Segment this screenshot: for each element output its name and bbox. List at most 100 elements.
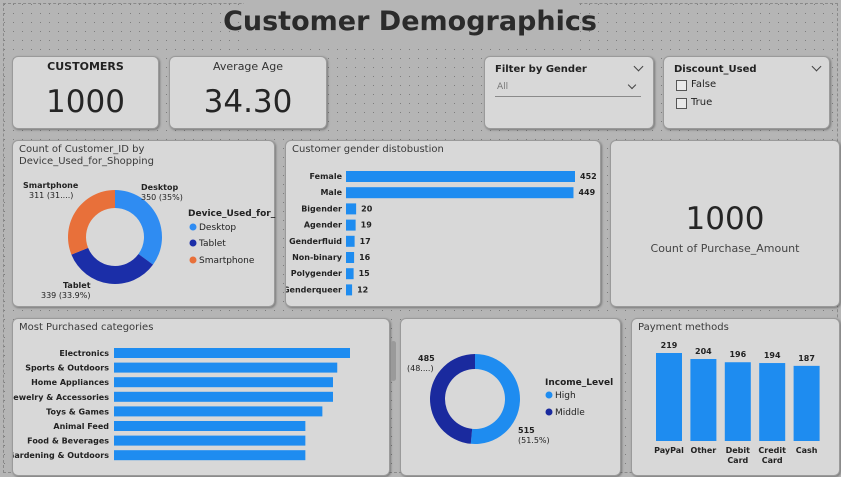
payment-category-label: Card [762,456,783,465]
gender-value-label: 17 [360,237,371,246]
gender-bar-polygender[interactable] [346,268,354,280]
category-bar-jewelry-accessories[interactable] [114,391,333,402]
desktop-data-label: 350 (35%) [141,193,183,202]
checkbox-true-label: True [691,97,713,108]
category-label: Home Appliances [31,378,109,387]
category-label: Electronics [59,349,109,358]
payment-bar-debit-card[interactable] [724,362,751,441]
device-donut-chart: Desktop 350 (35%) Smartphone 311 (31....… [23,181,276,300]
gender-bar-genderqueer[interactable] [346,284,353,296]
payment-value-label: 194 [764,351,781,360]
gender-category-label: Bigender [301,204,342,213]
legend-tablet-dot [189,239,197,247]
gender-value-label: 19 [361,221,373,230]
checkbox-false-label: False [691,79,717,90]
middle-data-value: 485 [418,354,435,363]
payment-value-label: 187 [798,354,815,363]
category-bar-electronics[interactable] [114,348,350,358]
high-data-label: (51.5%) [518,436,550,445]
kpi-purchase-label: Count of Purchase_Amount [650,242,800,255]
category-bar-chart: Electronics Sports & Outdoors Home Applian… [13,348,350,461]
payment-bar-paypal[interactable] [656,353,682,441]
legend-desktop-dot [189,223,197,231]
payment-bar-card[interactable]: Payment methods 219 PayPal 204 Other 196 Debi… [631,318,840,476]
legend-smartphone-label: Smartphone [199,256,255,266]
kpi-card-purchase[interactable]: 1000 Count of Purchase_Amount [610,140,840,307]
gender-bar-female[interactable] [346,171,575,182]
payment-bar-chart: 219PayPal204Other196DebitCard194CreditCa… [654,341,820,465]
payment-category-label: Card [727,456,748,465]
checkbox-true[interactable] [676,98,687,109]
donut-slice-high[interactable] [470,354,520,444]
category-bar-gardening-outdoors[interactable] [114,450,306,461]
payment-bar-credit-card[interactable] [759,363,786,441]
category-scrollbar[interactable] [391,341,396,381]
category-bar-food-beverages[interactable] [114,435,306,446]
gender-value-label: 16 [359,253,371,262]
gender-dropdown-value: All [497,82,509,92]
payment-category-label: Other [691,446,717,455]
payment-bar-other[interactable] [690,359,717,441]
gender-category-label: Genderfluid [289,237,342,246]
legend-desktop-label: Desktop [199,223,236,233]
device-donut-card[interactable]: Count of Customer_ID by Device_Used_for_… [12,140,276,307]
payment-value-label: 219 [661,341,678,350]
gender-value-label: 15 [359,269,371,278]
category-label: Animal Feed [53,422,109,431]
income-legend-title: Income_Level [545,378,613,388]
discount-slicer[interactable]: Discount_Used False True [663,56,830,129]
chevron-down-icon[interactable] [811,61,822,72]
gender-slicer-title: Filter by Gender [495,64,587,75]
middle-data-label: (48....) [407,364,434,373]
donut-slice-middle[interactable] [430,354,475,444]
high-data-value: 515 [518,426,535,435]
kpi-age-value: 34.30 [203,84,293,120]
kpi-customers-label: CUSTOMERS [47,60,124,73]
checkbox-false[interactable] [676,80,687,91]
gender-category-label: Genderqueer [286,285,342,294]
payment-value-label: 204 [695,347,712,356]
gender-slicer[interactable]: Filter by Gender All [484,56,654,129]
chevron-down-icon[interactable] [627,80,637,90]
payment-bar-cash[interactable] [793,365,820,441]
gender-bar-bigender[interactable] [346,203,357,215]
tablet-data-label: 339 (33.9%) [41,291,90,300]
category-bar-sports-outdoors[interactable] [114,362,338,373]
gender-bar-chart: Female 452 Male 449 Bigender 20 Agender 19 Gende… [286,171,597,296]
kpi-card-customers[interactable]: CUSTOMERS 1000 [12,56,159,129]
payment-category-label: Cash [796,446,818,455]
legend-middle-label: Middle [555,408,585,418]
payment-category-label: Credit [758,446,786,455]
income-donut-card[interactable]: 485 (48....) 515 (51.5%) Income_Level Hi… [400,318,621,476]
category-label: Gardening & Outdoors [13,451,109,460]
gender-value-label: 20 [361,204,373,213]
category-bar-home-appliances[interactable] [114,377,333,388]
legend-smartphone-dot [189,256,197,264]
gender-bar-non-binary[interactable] [346,252,355,263]
gender-category-label: Male [320,188,342,197]
donut-slice-smartphone[interactable] [68,190,115,255]
category-bar-toys-games[interactable] [114,406,323,417]
payment-value-label: 196 [729,350,746,359]
gender-category-label: Agender [304,221,342,230]
kpi-card-average-age[interactable]: Average Age 34.30 [169,56,327,129]
gender-category-label: Female [310,172,343,181]
category-bar-card[interactable]: Most Purchased categories Electronics Spo… [12,318,396,476]
legend-high-dot [545,391,553,399]
kpi-age-label: Average Age [213,60,283,73]
kpi-customers-value: 1000 [46,84,125,120]
category-bar-animal-feed[interactable] [114,421,306,431]
gender-dropdown[interactable]: All [495,80,641,97]
gender-value-label: 452 [580,172,597,181]
smartphone-label-name: Smartphone [23,181,79,190]
smartphone-data-label: 311 (31....) [29,191,73,200]
gender-bar-agender[interactable] [346,219,356,231]
category-label: Sports & Outdoors [25,364,109,373]
chevron-down-icon[interactable] [633,61,644,72]
gender-bar-genderfluid[interactable] [346,235,355,247]
gender-bar-card[interactable]: Customer gender distobustion Female 452 Ma… [285,140,601,307]
payment-category-label: Debit [726,446,751,455]
gender-category-label: Polygender [291,269,342,278]
desktop-label-name: Desktop [141,183,178,192]
gender-bar-male[interactable] [346,187,574,199]
